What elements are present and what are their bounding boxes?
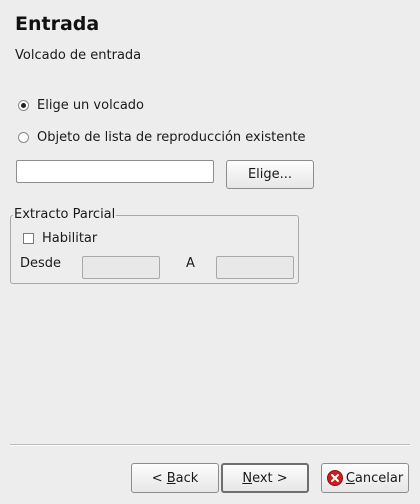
enable-partial-label[interactable]: Habilitar (42, 231, 97, 246)
cancel-button-label-rest: ancelar (354, 470, 404, 486)
cancel-button-mnemonic: C (345, 470, 355, 486)
next-button-label-rest: ext > (252, 470, 288, 486)
page-title: Entrada (15, 13, 100, 35)
radio-option-playlist[interactable]: Objeto de lista de reproducción existent… (18, 130, 306, 145)
back-button[interactable]: < Back (131, 463, 219, 493)
enable-partial-checkbox[interactable] (23, 233, 34, 244)
choose-dump-button-label: Elige... (247, 167, 293, 182)
wizard-page: { "page": { "title": "Entrada", "subtitl… (0, 0, 420, 504)
dump-path-input[interactable] (16, 160, 214, 183)
enable-partial-checkbox-row[interactable]: Habilitar (23, 231, 97, 246)
back-button-label-rest: ack (175, 470, 199, 486)
to-field (216, 256, 294, 279)
from-field (82, 256, 160, 279)
choose-dump-button[interactable]: Elige... (226, 160, 314, 189)
page-subtitle: Volcado de entrada (15, 48, 142, 63)
to-label: A (186, 256, 195, 271)
partial-extract-legend: Extracto Parcial (13, 207, 117, 222)
radio-dump-indicator[interactable] (18, 100, 29, 111)
back-button-prefix: < (151, 470, 167, 486)
cancel-button[interactable]: Cancelar (321, 463, 409, 493)
cancel-icon (326, 470, 343, 486)
radio-playlist-label[interactable]: Objeto de lista de reproducción existent… (37, 130, 306, 145)
back-button-mnemonic: B (166, 470, 176, 486)
button-area-separator (10, 444, 410, 446)
next-button-mnemonic: N (242, 470, 253, 486)
next-button[interactable]: Next > (221, 463, 309, 493)
radio-playlist-indicator[interactable] (18, 132, 29, 143)
radio-dump-label[interactable]: Elige un volcado (37, 98, 144, 113)
from-label: Desde (20, 256, 62, 271)
radio-option-dump[interactable]: Elige un volcado (18, 98, 144, 113)
